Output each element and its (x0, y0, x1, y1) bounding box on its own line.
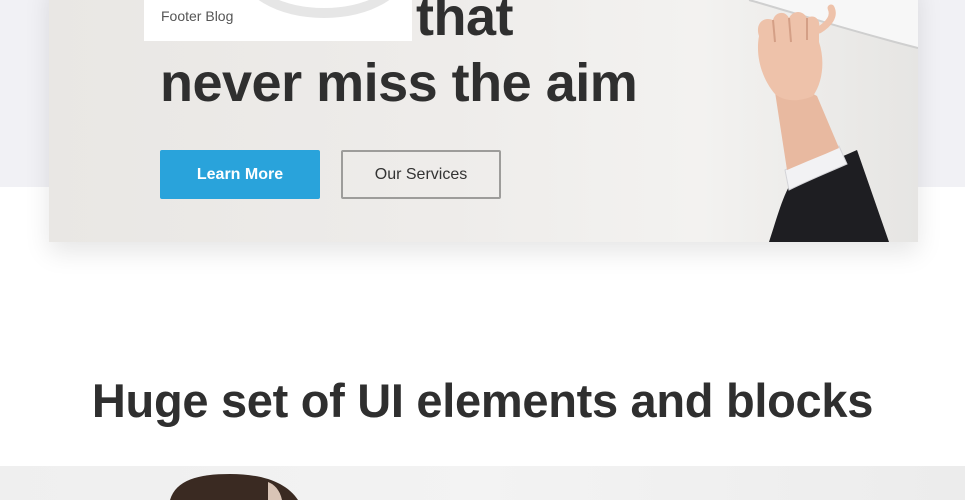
hero-hand-image (748, 0, 918, 242)
our-services-button[interactable]: Our Services (341, 150, 501, 199)
page: Solutions that never miss the aim Learn … (0, 0, 965, 500)
hero-title-line-2: never miss the aim (160, 53, 638, 113)
dropdown-menu: Footer Blog (144, 0, 412, 41)
dropdown-decoration (239, 0, 409, 18)
learn-more-button[interactable]: Learn More (160, 150, 320, 199)
section-heading: Huge set of UI elements and blocks (91, 374, 874, 427)
bottom-image-strip (0, 466, 965, 500)
dropdown-item-footer-blog[interactable]: Footer Blog (161, 8, 233, 24)
person-photo (170, 474, 298, 500)
